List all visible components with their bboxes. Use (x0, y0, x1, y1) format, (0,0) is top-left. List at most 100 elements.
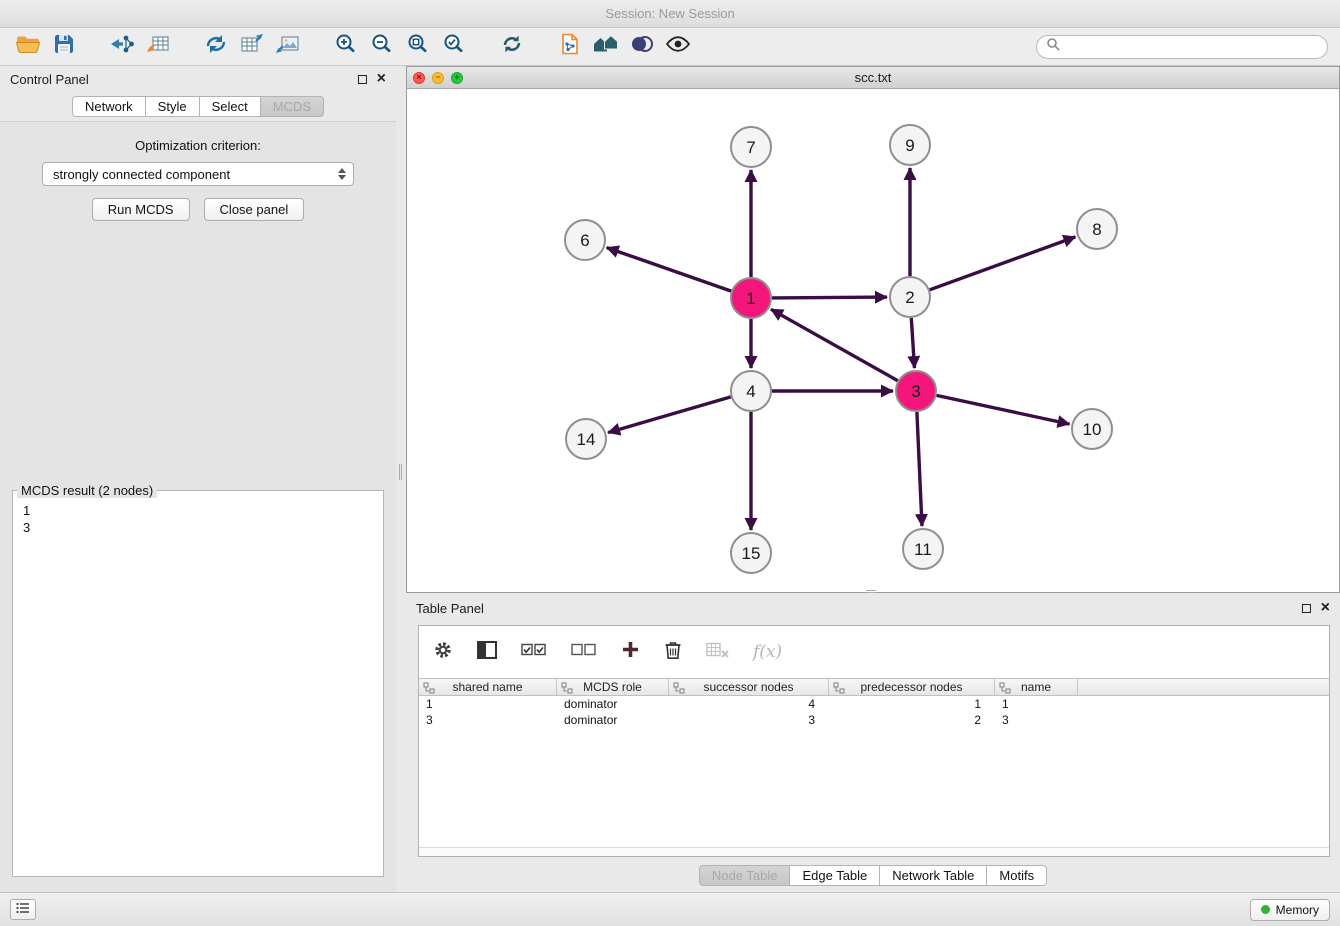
table-tab-node-table[interactable]: Node Table (699, 865, 791, 886)
close-panel-button[interactable]: Close panel (204, 198, 305, 221)
memory-status-icon (1261, 905, 1270, 914)
table-settings-button[interactable] (433, 640, 453, 665)
column-header-label: shared name (452, 680, 522, 694)
graph-node-14[interactable]: 14 (566, 419, 606, 459)
show-columns-button[interactable] (477, 641, 497, 664)
column-header-predecessor-nodes[interactable]: predecessor nodes (829, 679, 995, 695)
column-header-successor-nodes[interactable]: successor nodes (669, 679, 829, 695)
table-row[interactable]: 1dominator411 (419, 696, 1329, 712)
cell-MCDS-role[interactable]: dominator (557, 712, 669, 728)
close-panel-icon[interactable]: × (377, 74, 386, 84)
import-table-icon (145, 32, 171, 61)
save-session-button[interactable] (46, 31, 82, 63)
cell-MCDS-role[interactable]: dominator (557, 696, 669, 712)
tab-network[interactable]: Network (72, 96, 146, 117)
import-network-button[interactable] (104, 31, 140, 63)
svg-text:3: 3 (911, 382, 920, 401)
zoom-in-button[interactable] (328, 31, 364, 63)
search-field[interactable] (1036, 35, 1328, 59)
table-header-row: shared name MCDS role successor nodes prede… (419, 678, 1329, 696)
graph-node-8[interactable]: 8 (1077, 209, 1117, 249)
refresh-view-button[interactable] (494, 31, 530, 63)
graph-edge-4-14[interactable] (608, 397, 731, 433)
graph-edge-1-6[interactable] (607, 248, 732, 292)
graph-node-4[interactable]: 4 (731, 371, 771, 411)
graph-node-7[interactable]: 7 (731, 127, 771, 167)
graph-node-15[interactable]: 15 (731, 533, 771, 573)
graph-edge-3-11[interactable] (917, 412, 922, 526)
tab-mcds[interactable]: MCDS (261, 96, 324, 117)
table-tab-motifs[interactable]: Motifs (987, 865, 1047, 886)
cell-name[interactable]: 3 (995, 712, 1078, 728)
graph-node-11[interactable]: 11 (903, 529, 943, 569)
column-header-MCDS-role[interactable]: MCDS role (557, 679, 669, 695)
graph-node-3[interactable]: 3 (896, 371, 936, 411)
horizontal-splitter[interactable] (866, 590, 876, 593)
graph-edge-2-3[interactable] (911, 318, 914, 368)
first-neighbors-button[interactable] (588, 31, 624, 63)
attribute-type-icon (999, 682, 1011, 697)
svg-text:9: 9 (905, 136, 914, 155)
network-document-icon (558, 32, 582, 61)
export-image-button[interactable] (270, 31, 306, 63)
attribute-type-icon (423, 682, 435, 697)
task-history-button[interactable] (10, 899, 36, 920)
delete-column-button[interactable] (664, 640, 682, 665)
cell-name[interactable]: 1 (995, 696, 1078, 712)
memory-button-label: Memory (1276, 903, 1319, 917)
graph-node-2[interactable]: 2 (890, 277, 930, 317)
table-row[interactable]: 3dominator323 (419, 712, 1329, 728)
zoom-out-button[interactable] (364, 31, 400, 63)
status-bar: Memory (0, 892, 1340, 926)
vertical-splitter[interactable] (396, 66, 406, 892)
column-header-shared-name[interactable]: shared name (419, 679, 557, 695)
import-table-button[interactable] (140, 31, 176, 63)
graph-edge-1-2[interactable] (772, 297, 887, 298)
optimization-select[interactable]: strongly connected component (42, 162, 354, 186)
column-header-label: successor nodes (703, 680, 793, 694)
cell-successor-nodes[interactable]: 3 (669, 712, 829, 728)
graph-node-1[interactable]: 1 (731, 278, 771, 318)
cell-shared-name[interactable]: 1 (419, 696, 557, 712)
export-table-button[interactable] (234, 31, 270, 63)
clone-network-button[interactable] (198, 31, 234, 63)
horizontal-scrollbar[interactable] (419, 847, 1329, 856)
apply-style-button[interactable] (624, 31, 660, 63)
memory-button[interactable]: Memory (1250, 899, 1330, 921)
zoom-selected-button[interactable] (436, 31, 472, 63)
graph-node-6[interactable]: 6 (565, 220, 605, 260)
control-panel-header: Control Panel × (0, 66, 396, 92)
graph-node-10[interactable]: 10 (1072, 409, 1112, 449)
float-table-panel-icon[interactable] (1302, 604, 1311, 613)
tab-style[interactable]: Style (146, 96, 200, 117)
column-header-name[interactable]: name (995, 679, 1078, 695)
optimization-select-value: strongly connected component (53, 167, 230, 182)
table-tab-edge-table[interactable]: Edge Table (790, 865, 880, 886)
table-tab-network-table[interactable]: Network Table (880, 865, 987, 886)
svg-text:6: 6 (580, 231, 589, 250)
cell-successor-nodes[interactable]: 4 (669, 696, 829, 712)
graph-node-9[interactable]: 9 (890, 125, 930, 165)
network-document-button[interactable] (552, 31, 588, 63)
run-mcds-button[interactable]: Run MCDS (92, 198, 190, 221)
unselect-all-columns-button[interactable] (571, 643, 597, 661)
network-canvas[interactable]: 7 9 6 8 1 2 4 3 14 10 15 11 (407, 89, 1339, 592)
graph-edge-2-8[interactable] (930, 237, 1076, 290)
close-table-panel-icon[interactable]: × (1321, 603, 1330, 613)
cell-predecessor-nodes[interactable]: 1 (829, 696, 995, 712)
graph-edge-3-10[interactable] (937, 395, 1070, 424)
cell-shared-name[interactable]: 3 (419, 712, 557, 728)
show-hide-button[interactable] (660, 31, 696, 63)
zoom-fit-button[interactable] (400, 31, 436, 63)
network-graph[interactable]: 7 9 6 8 1 2 4 3 14 10 15 11 (407, 89, 1339, 592)
float-panel-icon[interactable] (358, 75, 367, 84)
mcds-result-title: MCDS result (2 nodes) (17, 483, 157, 498)
network-view-window: × − + scc.txt 7968124314101511 (406, 66, 1340, 593)
tab-select[interactable]: Select (200, 96, 261, 117)
graph-edge-3-1[interactable] (771, 309, 898, 380)
cell-predecessor-nodes[interactable]: 2 (829, 712, 995, 728)
select-all-columns-button[interactable] (521, 643, 547, 661)
search-input[interactable] (1066, 39, 1318, 54)
open-session-button[interactable] (10, 31, 46, 63)
add-column-button[interactable] (621, 640, 640, 664)
